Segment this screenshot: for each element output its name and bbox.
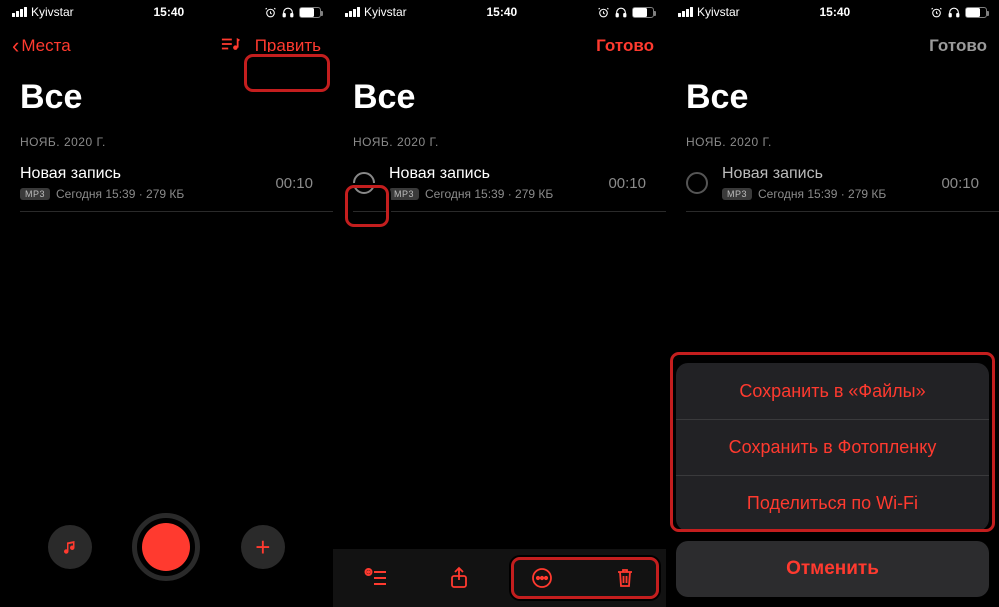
add-button[interactable]: + <box>241 525 285 569</box>
carrier-label: Kyivstar <box>697 5 740 19</box>
signal-icon <box>678 7 693 17</box>
recording-duration: 00:10 <box>608 175 646 192</box>
alarm-icon <box>597 6 610 19</box>
playlist-icon[interactable] <box>219 35 241 58</box>
screen-sheet: Kyivstar 15:40 Готово Все НОЯБ. 2020 Г. … <box>666 0 999 607</box>
date-header: НОЯБ. 2020 Г. <box>666 117 999 155</box>
select-radio[interactable] <box>686 172 708 194</box>
date-header: НОЯБ. 2020 Г. <box>333 117 666 155</box>
recording-row[interactable]: Новая запись MP3 Сегодня 15:39 · 279 КБ … <box>333 155 666 211</box>
signal-icon <box>345 7 360 17</box>
action-sheet-options: Сохранить в «Файлы» Сохранить в Фотоплен… <box>676 363 989 531</box>
save-to-photos-button[interactable]: Сохранить в Фотопленку <box>676 419 989 475</box>
recording-name: Новая запись <box>722 165 931 183</box>
clock-label: 15:40 <box>153 5 184 19</box>
recording-row[interactable]: Новая запись MP3 Сегодня 15:39 · 279 КБ … <box>666 155 999 211</box>
recording-row[interactable]: Новая запись MP3 Сегодня 15:39 · 279 КБ … <box>0 155 333 211</box>
page-title: Все <box>333 68 666 117</box>
format-badge: MP3 <box>20 188 50 200</box>
status-right <box>264 6 321 19</box>
page-title: Все <box>666 68 999 117</box>
page-title: Все <box>0 68 333 117</box>
carrier-label: Kyivstar <box>364 5 407 19</box>
signal-icon <box>12 7 27 17</box>
nav-bar: ‹ Места Править <box>0 24 333 68</box>
nav-bar: Готово <box>333 24 666 68</box>
add-to-list-icon[interactable] <box>364 567 388 589</box>
status-bar: Kyivstar 15:40 <box>333 0 666 24</box>
screen-select: Kyivstar 15:40 Готово Все НОЯБ. 2020 Г. … <box>333 0 666 607</box>
action-sheet: Сохранить в «Файлы» Сохранить в Фотоплен… <box>676 363 989 597</box>
date-header: НОЯБ. 2020 Г. <box>0 117 333 155</box>
screen-browse: Kyivstar 15:40 ‹ Места Править Все НОЯБ.… <box>0 0 333 607</box>
battery-icon <box>965 7 987 18</box>
more-icon[interactable] <box>530 566 554 590</box>
recording-meta: Сегодня 15:39 · 279 КБ <box>56 187 184 201</box>
alarm-icon <box>930 6 943 19</box>
share-wifi-button[interactable]: Поделиться по Wi-Fi <box>676 475 989 531</box>
share-icon[interactable] <box>449 566 469 590</box>
format-badge: MP3 <box>722 188 752 200</box>
divider <box>686 211 999 212</box>
trash-icon[interactable] <box>615 566 635 590</box>
headphones-icon <box>281 6 295 19</box>
chevron-left-icon: ‹ <box>12 35 19 57</box>
status-left: Kyivstar <box>12 5 74 19</box>
cancel-button[interactable]: Отменить <box>676 541 989 597</box>
alarm-icon <box>264 6 277 19</box>
recording-name: Новая запись <box>389 165 598 183</box>
record-dot-icon <box>142 523 190 571</box>
bottom-controls: + <box>0 513 333 581</box>
recording-meta: Сегодня 15:39 · 279 КБ <box>425 187 553 201</box>
recording-name: Новая запись <box>20 165 265 183</box>
music-button[interactable] <box>48 525 92 569</box>
recording-duration: 00:10 <box>941 175 979 192</box>
edit-toolbar <box>333 549 666 607</box>
recording-meta: Сегодня 15:39 · 279 КБ <box>758 187 886 201</box>
carrier-label: Kyivstar <box>31 5 74 19</box>
headphones-icon <box>947 6 961 19</box>
format-badge: MP3 <box>389 188 419 200</box>
back-button[interactable]: ‹ Места <box>12 35 71 57</box>
clock-label: 15:40 <box>486 5 517 19</box>
back-label: Места <box>21 36 70 56</box>
battery-icon <box>632 7 654 18</box>
headphones-icon <box>614 6 628 19</box>
done-button[interactable]: Готово <box>929 36 987 56</box>
status-bar: Kyivstar 15:40 <box>0 0 333 24</box>
nav-bar: Готово <box>666 24 999 68</box>
recording-duration: 00:10 <box>275 175 313 192</box>
select-radio[interactable] <box>353 172 375 194</box>
divider <box>20 211 333 212</box>
done-button[interactable]: Готово <box>596 36 654 56</box>
clock-label: 15:40 <box>819 5 850 19</box>
divider <box>353 211 666 212</box>
battery-icon <box>299 7 321 18</box>
status-bar: Kyivstar 15:40 <box>666 0 999 24</box>
save-to-files-button[interactable]: Сохранить в «Файлы» <box>676 363 989 419</box>
edit-button[interactable]: Править <box>255 36 321 56</box>
record-button[interactable] <box>132 513 200 581</box>
